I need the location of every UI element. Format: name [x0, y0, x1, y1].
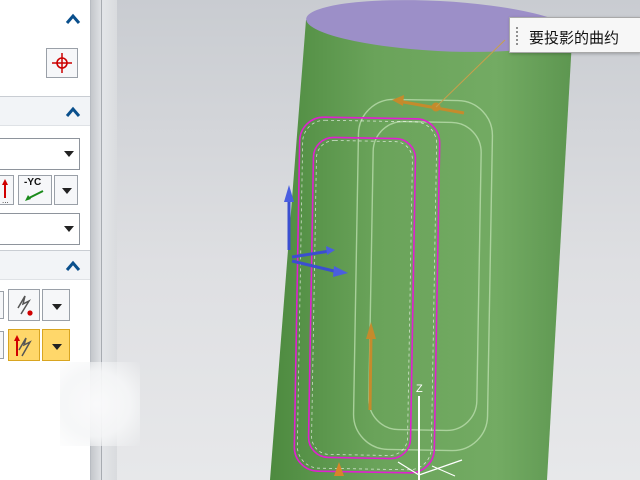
z-axis-label: Z [416, 383, 423, 395]
projection-method-dropdown[interactable] [0, 213, 80, 245]
tooltip: 要投影的曲约 [509, 17, 640, 53]
tooltip-text: 要投影的曲约 [529, 29, 620, 47]
vector-options-dropdown[interactable] [54, 175, 78, 205]
chevron-down-icon [64, 151, 74, 157]
model-scene[interactable]: Z [117, 0, 640, 480]
direction-arrow-icon [25, 190, 44, 201]
lightning-vector-icon [14, 335, 32, 357]
chevron-up-icon[interactable] [64, 259, 82, 273]
section-header-3[interactable] [0, 250, 90, 280]
lightning-curve-icon [17, 295, 33, 316]
projection-vector-button[interactable] [8, 329, 40, 361]
chevron-down-icon [52, 344, 62, 350]
curve-options-dropdown[interactable] [42, 289, 70, 321]
svg-text:...: ... [2, 196, 9, 204]
list-button[interactable] [0, 291, 4, 319]
projection-options-dropdown[interactable] [42, 329, 70, 361]
obscured-region [60, 362, 140, 446]
section-header-2[interactable] [0, 96, 90, 126]
list-button-2[interactable] [0, 331, 4, 359]
chevron-up-icon[interactable] [64, 105, 82, 119]
vector-dialog-button[interactable]: ... [0, 175, 14, 205]
point-dialog-button[interactable] [46, 48, 78, 78]
chevron-down-icon [62, 188, 72, 194]
vector-icon: ... [2, 179, 9, 205]
chevron-up-icon[interactable] [64, 12, 82, 26]
crosshair-point-icon [52, 53, 72, 73]
associative-curve-button[interactable] [8, 289, 40, 321]
chevron-down-icon [52, 304, 62, 310]
grip-icon [515, 26, 519, 46]
projection-direction-dropdown[interactable] [0, 138, 80, 170]
chevron-down-icon [64, 226, 74, 232]
section-header-1[interactable] [0, 0, 90, 37]
graphics-viewport[interactable]: Z [117, 0, 640, 480]
cylinder-body[interactable] [270, 0, 573, 480]
inferred-vector-button[interactable]: -YC [18, 175, 52, 205]
